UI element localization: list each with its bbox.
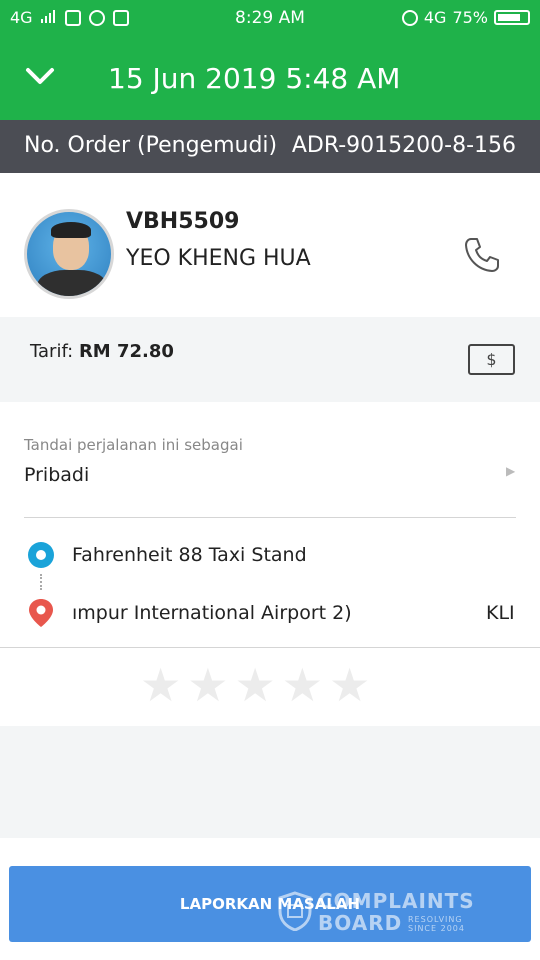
watermark-line1: COMPLAINTS	[318, 889, 475, 913]
battery-icon	[494, 10, 530, 25]
dropoff-location-tail: KLI	[486, 602, 515, 624]
network-indicator-right: 4G	[423, 8, 447, 27]
route-connector	[40, 574, 42, 590]
map-pin-icon	[28, 598, 54, 628]
watermark-tag1: RESOLVING	[408, 915, 463, 924]
empty-panel	[0, 726, 540, 838]
fare-section: Tarif: RM 72.80 $	[0, 317, 540, 402]
chevron-down-icon[interactable]	[22, 60, 58, 96]
app-bar: 15 Jun 2019 5:48 AM	[0, 36, 540, 120]
driver-avatar	[24, 209, 114, 299]
star-icon[interactable]: ★	[235, 662, 276, 708]
pickup-dot-icon	[28, 542, 54, 568]
cash-icon: $	[468, 344, 515, 375]
page-title: 15 Jun 2019 5:48 AM	[108, 62, 401, 95]
phone-icon[interactable]	[462, 235, 502, 275]
chevron-right-icon: ▶	[506, 464, 516, 478]
status-right: 4G 75%	[401, 8, 530, 27]
trip-tag-value: Pribadi	[24, 464, 90, 486]
star-icon[interactable]: ★	[282, 662, 323, 708]
vehicle-plate: VBH5509	[126, 209, 240, 234]
star-icon[interactable]: ★	[187, 662, 228, 708]
fare-label: Tarif:	[30, 341, 79, 362]
order-label: No. Order (Pengemudi)	[24, 133, 278, 158]
fare-text: Tarif: RM 72.80	[30, 341, 174, 362]
order-number: ADR-9015200-8-156	[291, 133, 516, 158]
order-bar: No. Order (Pengemudi) ADR-9015200-8-156	[0, 120, 540, 173]
star-icon[interactable]: ★	[140, 662, 181, 708]
route-section: Fahrenheit 88 Taxi Stand ımpur Internati…	[0, 518, 540, 648]
trip-tag-row[interactable]: Tandai perjalanan ini sebagai Pribadi ▶	[0, 402, 540, 518]
watermark-line2: BOARD	[318, 911, 403, 935]
status-bar: 4G 8:29 AM 4G 75%	[0, 0, 540, 36]
alarm-icon	[401, 9, 418, 26]
watermark-tagline: RESOLVING SINCE 2004	[408, 915, 465, 933]
shield-logo-icon	[278, 891, 312, 932]
driver-card: VBH5509 YEO KHENG HUA	[0, 173, 540, 317]
pickup-location: Fahrenheit 88 Taxi Stand	[72, 544, 307, 566]
star-icon[interactable]: ★	[329, 662, 370, 708]
rating-section: ★ ★ ★ ★ ★	[0, 648, 540, 726]
battery-percent: 75%	[452, 8, 488, 27]
watermark: COMPLAINTS BOARD RESOLVING SINCE 2004	[278, 891, 498, 941]
star-rating[interactable]: ★ ★ ★ ★ ★	[140, 662, 370, 708]
trip-tag-hint: Tandai perjalanan ini sebagai	[24, 436, 243, 454]
driver-name: YEO KHENG HUA	[126, 246, 311, 271]
fare-amount: RM 72.80	[78, 341, 174, 362]
dropoff-location: ımpur International Airport 2)	[72, 602, 352, 624]
watermark-tag2: SINCE 2004	[408, 924, 465, 933]
